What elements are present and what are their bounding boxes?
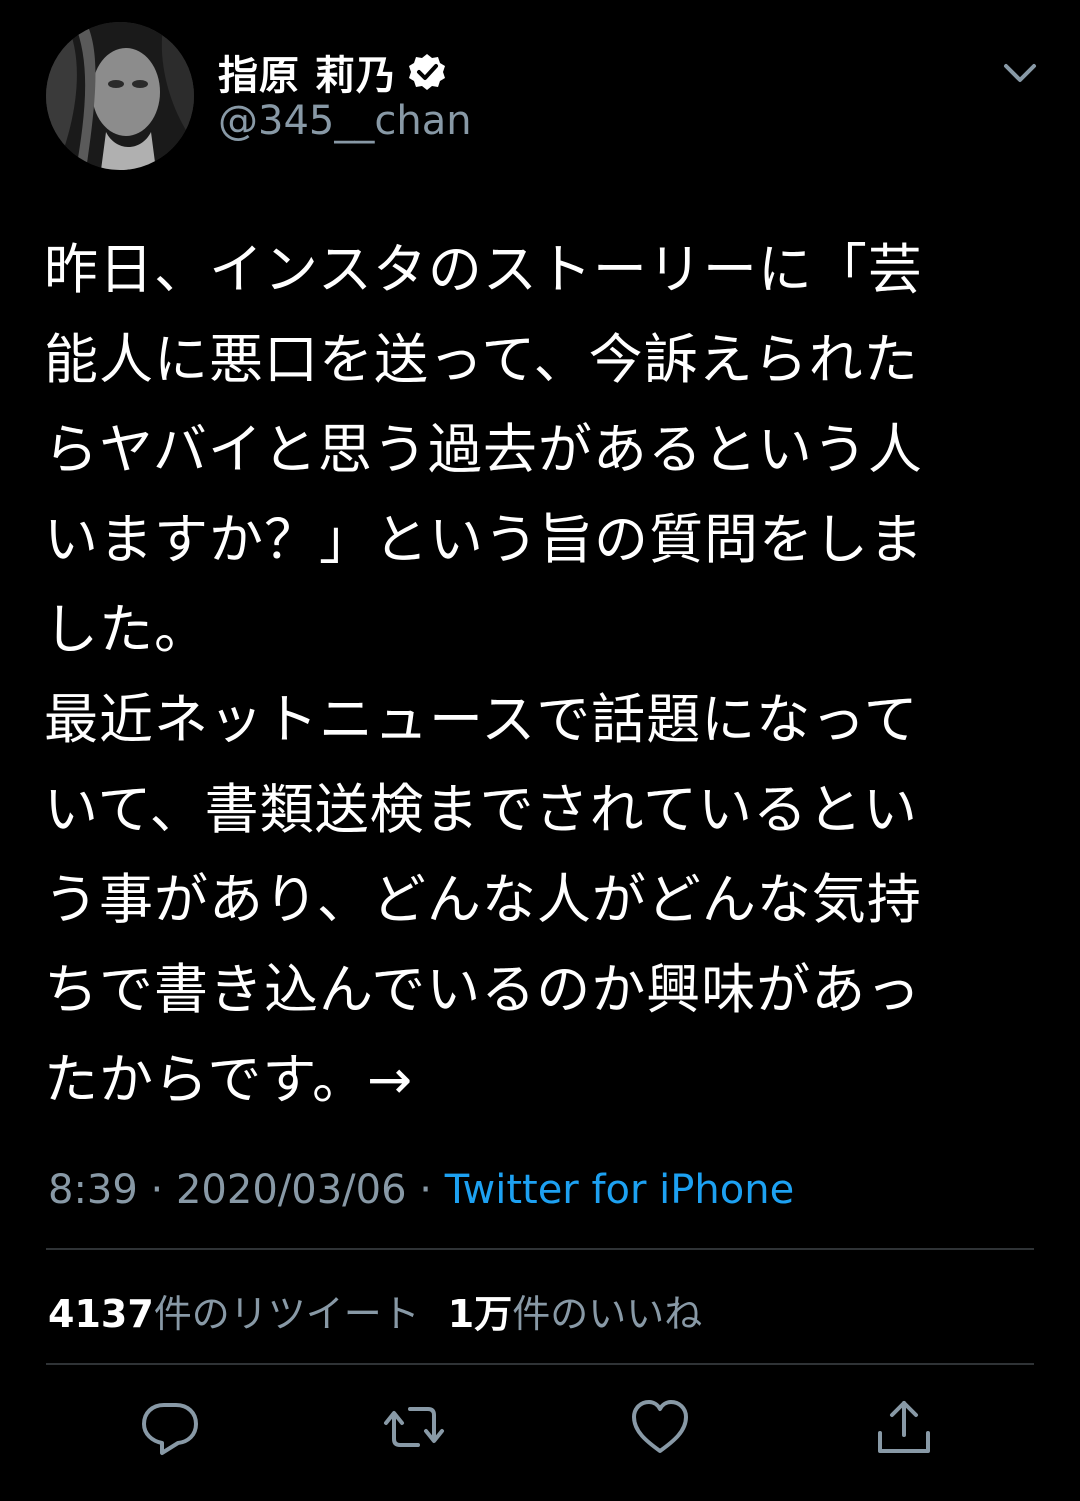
retweets-label: 件のリツイート (153, 1291, 420, 1336)
avatar[interactable] (46, 22, 194, 170)
retweet-button[interactable] (382, 1395, 446, 1459)
share-button[interactable] (872, 1395, 936, 1459)
display-name[interactable]: 指原 莉乃 (218, 43, 397, 101)
verified-badge-icon (407, 52, 447, 92)
avatar-image (46, 22, 194, 170)
likes-label: 件のいいね (512, 1291, 703, 1336)
meta-separator: · (137, 1167, 176, 1213)
tweet-detail: 指原 莉乃 @345__chan 昨日、インスタのストーリーに「芸 能人に悪口を… (0, 0, 1080, 1501)
tweet-date[interactable]: 2020/03/06 (176, 1167, 407, 1213)
divider (46, 1248, 1034, 1250)
user-handle[interactable]: @345__chan (218, 98, 472, 144)
retweet-icon (384, 1407, 444, 1447)
tweet-text: 昨日、インスタのストーリーに「芸 能人に悪口を送って、今訴えられた らヤバイと思… (44, 238, 924, 1111)
tweet-stats: 4137件のリツイート 1万件のいいね (48, 1280, 702, 1340)
tweet-actions (0, 1395, 1080, 1465)
divider (46, 1363, 1034, 1365)
name-row: 指原 莉乃 (218, 44, 447, 100)
retweets-stat[interactable]: 4137件のリツイート (48, 1283, 420, 1338)
likes-stat[interactable]: 1万件のいいね (448, 1283, 702, 1338)
likes-count: 1万 (447, 1291, 513, 1336)
chevron-down-icon[interactable] (996, 56, 1044, 92)
reply-button[interactable] (138, 1395, 202, 1459)
retweets-count: 4137 (48, 1291, 154, 1336)
reply-icon (142, 1403, 198, 1455)
tweet-source-link[interactable]: Twitter for iPhone (445, 1167, 795, 1213)
meta-separator: · (406, 1167, 445, 1213)
tweet-time[interactable]: 8:39 (48, 1167, 138, 1213)
like-button[interactable] (628, 1395, 692, 1459)
heart-icon (632, 1400, 688, 1453)
share-icon (878, 1401, 930, 1453)
tweet-meta: 8:39 · 2020/03/06 · Twitter for iPhone (48, 1160, 794, 1220)
